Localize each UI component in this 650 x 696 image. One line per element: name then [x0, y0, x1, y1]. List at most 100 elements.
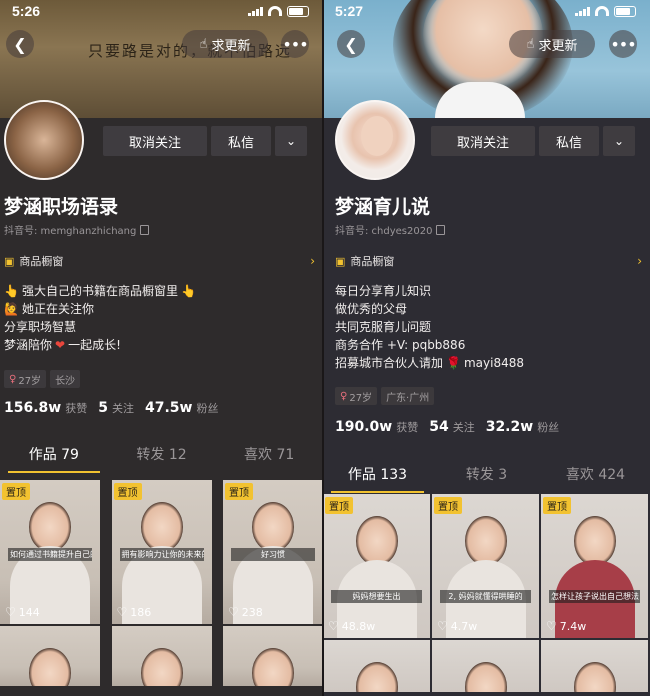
signal-icon	[575, 6, 590, 16]
copy-icon[interactable]	[140, 224, 150, 235]
heart-outline-icon: ♡	[437, 619, 448, 633]
heart-outline-icon: ♡	[116, 605, 128, 619]
pointing-hand-icon: 👆	[180, 284, 196, 298]
heart-outline-icon: ♡	[546, 619, 557, 633]
profile-name: 梦涵育儿说	[335, 196, 431, 218]
shop-icon: ▣	[335, 254, 346, 268]
chevron-down-icon[interactable]: ⌄	[603, 126, 635, 156]
chevron-down-icon[interactable]: ⌄	[275, 126, 307, 156]
back-arrow-icon: ❮	[344, 34, 358, 54]
flower-icon: 🌹	[446, 356, 461, 370]
pinned-badge: 置顶	[113, 483, 142, 500]
video-thumbnail[interactable]: 置顶 2, 妈妈就懂得哄睡的 ♡ 4.7w	[432, 494, 539, 638]
more-dots-icon: •••	[282, 34, 308, 54]
status-bar: 5:26	[0, 0, 323, 22]
tab-reposts[interactable]: 转发 12	[108, 441, 216, 473]
status-bar: 5:27	[323, 0, 650, 22]
bio: 每日分享育儿知识 做优秀的父母 共同克服育儿问题 商务合作 +V: pqbb88…	[335, 284, 524, 370]
back-arrow-icon: ❮	[13, 34, 27, 54]
pinned-badge: 置顶	[225, 483, 253, 500]
shop-window-link[interactable]: ▣ 商品橱窗 ›	[4, 253, 315, 269]
message-button[interactable]: 私信	[211, 126, 271, 156]
video-thumbnail[interactable]: 置顶 好习惯 ♡ 238	[223, 480, 323, 624]
tab-likes[interactable]: 喜欢 424	[541, 461, 650, 493]
video-grid: 置顶 如何通过书籍提升自己的书 ♡144 置顶 拥有影响力让你的未来的 ♡186…	[0, 480, 323, 686]
panel-divider	[322, 0, 324, 696]
more-button[interactable]: •••	[281, 30, 309, 58]
request-update-button[interactable]: ☝ 求更新	[182, 30, 268, 58]
profile-panel-left: 只要路是对的，就不怕路远 5:26 ❮ ☝ 求更新 ••• 取消关注 私信 ⌄ …	[0, 0, 323, 696]
video-caption: 怎样让孩子说出自己想法	[549, 590, 640, 603]
avatar[interactable]	[4, 100, 84, 180]
video-caption: 妈妈想要生出	[331, 590, 422, 603]
video-thumbnail[interactable]	[111, 626, 212, 686]
video-thumbnail[interactable]	[223, 626, 323, 686]
bio: 👆 强大自己的书籍在商品橱窗里 👆 🙋 她正在关注你 分享职场智慧 梦涵陪你 ❤ 一起成长…	[4, 284, 196, 352]
tab-likes[interactable]: 喜欢 71	[215, 441, 323, 473]
profile-stats: 190.0w 获赞 54 关注 32.2w 粉丝	[335, 419, 560, 435]
face-icon: 🙋	[4, 302, 19, 316]
like-count: ♡ 186	[116, 605, 152, 619]
pinned-badge: 置顶	[325, 497, 353, 514]
location-tag: 长沙	[50, 370, 81, 388]
action-row: 取消关注 私信 ⌄	[103, 126, 307, 156]
hand-icon: ☝	[199, 36, 208, 52]
pinned-badge: 置顶	[543, 497, 571, 514]
video-thumbnail[interactable]	[323, 640, 430, 692]
content-tabs: 作品 133 转发 3 喜欢 424	[323, 461, 650, 493]
heart-outline-icon: ♡	[228, 605, 239, 619]
tab-reposts[interactable]: 转发 3	[432, 461, 541, 493]
request-update-button[interactable]: ☝ 求更新	[509, 30, 595, 58]
hand-icon: ☝	[526, 36, 535, 52]
video-thumbnail[interactable]: 置顶 怎样让孩子说出自己想法 ♡ 7.4w	[541, 494, 648, 638]
gender-icon: ♀	[340, 390, 348, 402]
battery-icon	[614, 5, 636, 17]
video-caption: 好习惯	[231, 548, 315, 561]
like-count: ♡ 238	[228, 605, 263, 619]
copy-icon[interactable]	[436, 224, 446, 235]
video-caption: 如何通过书籍提升自己的书	[8, 548, 92, 561]
chevron-right-icon: ›	[637, 254, 642, 268]
age-tag: ♀ 27岁	[4, 370, 47, 388]
like-count: ♡ 4.7w	[437, 619, 478, 633]
shop-window-link[interactable]: ▣ 商品橱窗 ›	[335, 253, 642, 269]
back-button[interactable]: ❮	[6, 30, 34, 58]
profile-stats: 156.8w 获赞 5 关注 47.5w 粉丝	[4, 400, 219, 416]
tab-works[interactable]: 作品 133	[323, 461, 432, 493]
profile-tags: ♀ 27岁 广东·广州	[335, 387, 435, 405]
video-thumbnail[interactable]	[541, 640, 648, 692]
location-tag: 广东·广州	[381, 387, 435, 405]
back-button[interactable]: ❮	[337, 30, 365, 58]
unfollow-button[interactable]: 取消关注	[103, 126, 207, 156]
message-button[interactable]: 私信	[539, 126, 599, 156]
avatar[interactable]	[335, 100, 415, 180]
gender-icon: ♀	[9, 373, 17, 385]
tab-works[interactable]: 作品 79	[0, 441, 108, 473]
heart-outline-icon: ♡	[5, 605, 16, 619]
more-dots-icon: •••	[610, 34, 636, 54]
video-caption: 拥有影响力让你的未来的	[119, 548, 204, 561]
profile-panel-right: 5:27 ❮ ☝ 求更新 ••• 取消关注 私信 ⌄ 梦涵育儿说 抖音号: ch…	[323, 0, 650, 696]
content-tabs: 作品 79 转发 12 喜欢 71	[0, 441, 323, 473]
like-count: ♡ 7.4w	[546, 619, 587, 633]
action-row: 取消关注 私信 ⌄	[431, 126, 635, 156]
more-button[interactable]: •••	[609, 30, 637, 58]
comparison-screenshot: 只要路是对的，就不怕路远 5:26 ❮ ☝ 求更新 ••• 取消关注 私信 ⌄ …	[0, 0, 650, 696]
video-thumbnail[interactable]: 置顶 妈妈想要生出 ♡ 48.8w	[323, 494, 430, 638]
pinned-badge: 置顶	[2, 483, 30, 500]
video-thumbnail[interactable]	[432, 640, 539, 692]
account-id: 抖音号: memghanzhichang	[4, 222, 150, 237]
signal-icon	[248, 6, 263, 16]
profile-name: 梦涵职场语录	[4, 196, 119, 218]
pinned-badge: 置顶	[434, 497, 462, 514]
video-thumbnail[interactable]: 置顶 拥有影响力让你的未来的 ♡ 186	[111, 480, 212, 624]
video-grid: 置顶 妈妈想要生出 ♡ 48.8w 置顶 2, 妈妈就懂得哄睡的 ♡ 4.7w 置顶…	[323, 494, 650, 692]
battery-icon	[287, 5, 309, 17]
wifi-icon	[268, 6, 282, 16]
account-id: 抖音号: chdyes2020	[335, 222, 446, 237]
video-thumbnail[interactable]: 置顶 如何通过书籍提升自己的书 ♡144	[0, 480, 100, 624]
age-tag: ♀ 27岁	[335, 387, 378, 405]
video-caption: 2, 妈妈就懂得哄睡的	[440, 590, 531, 603]
video-thumbnail[interactable]	[0, 626, 100, 686]
unfollow-button[interactable]: 取消关注	[431, 126, 535, 156]
